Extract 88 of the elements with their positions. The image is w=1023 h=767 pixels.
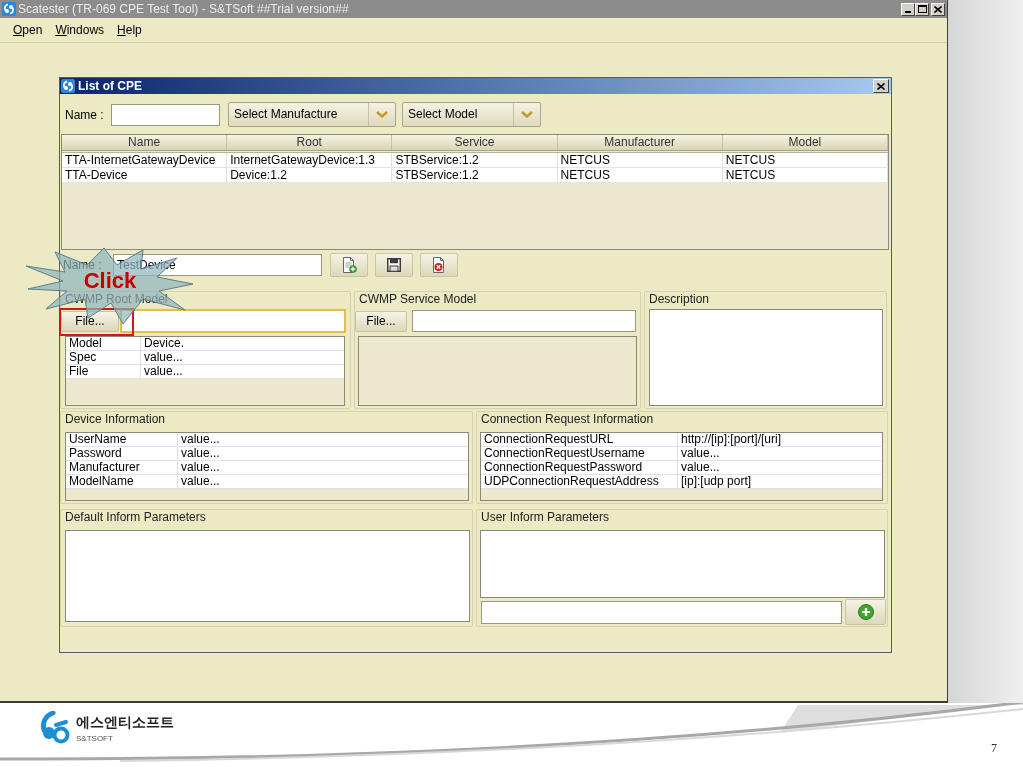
window-title: Scatester (TR-069 CPE Test Tool) - S&TSoft ##Trial version## [18, 3, 349, 15]
section-label: Connection Request Information [480, 412, 655, 428]
parameters-textarea[interactable] [65, 530, 470, 622]
name-input[interactable] [111, 103, 220, 126]
file-path-input[interactable] [120, 309, 346, 333]
property-name: ConnectionRequestUsername [481, 447, 678, 460]
property-value: value... [180, 433, 221, 446]
menu-item[interactable]: Help [117, 23, 142, 37]
chevron-down-icon [376, 111, 388, 118]
column-header[interactable]: Service [392, 135, 558, 150]
plus-circle-icon [857, 604, 874, 620]
save-button[interactable] [375, 253, 413, 277]
dialog-title: List of CPE [78, 80, 142, 92]
add-document-button[interactable] [330, 253, 368, 277]
section-label: Default Inform Parameters [64, 510, 207, 526]
table-cell: STBService:1.2 [392, 153, 558, 167]
property-name: Spec [66, 351, 141, 364]
dialog-icon [61, 79, 75, 93]
name-label: Name : [63, 259, 103, 271]
table-cell: InternetGatewayDevice:1.3 [227, 153, 393, 167]
minimize-icon [905, 10, 911, 13]
close-button[interactable] [873, 79, 889, 93]
section-label: User Inform Parameters [480, 510, 611, 526]
table-cell: NETCUS [557, 153, 723, 167]
close-icon [934, 5, 942, 13]
table-cell: NETCUS [722, 153, 888, 167]
description-textarea[interactable] [649, 309, 883, 406]
column-header[interactable]: Name [62, 135, 228, 150]
chevron-down-icon [521, 111, 533, 118]
property-name: UserName [66, 433, 178, 446]
file-button[interactable]: File... [61, 310, 119, 332]
section-label: Device Information [64, 412, 167, 428]
section-label: CWMP Service Model [358, 292, 478, 308]
manufacture-dropdown[interactable]: Select Manufacture [228, 102, 396, 127]
column-header[interactable]: Manufacturer [557, 135, 723, 150]
file-button[interactable]: File... [355, 310, 407, 332]
table-cell: TTA-InternetGatewayDevice [62, 153, 228, 167]
property-name: ModelName [66, 475, 178, 488]
save-icon [387, 258, 401, 272]
name-label: Name : [65, 106, 105, 124]
parameters-textarea[interactable] [480, 530, 885, 598]
add-parameter-button[interactable] [845, 599, 886, 625]
column-header[interactable]: Root [227, 135, 393, 150]
delete-document-icon [431, 257, 447, 273]
property-name: Model [66, 337, 141, 350]
model-dropdown[interactable]: Select Model [402, 102, 541, 127]
property-value: value... [680, 447, 721, 460]
app-logo-icon [2, 2, 16, 16]
minimize-button[interactable] [901, 2, 915, 16]
property-name: File [66, 365, 141, 378]
logo-subtext: S&TSOFT [76, 733, 114, 744]
table-cell: NETCUS [557, 168, 723, 182]
maximize-icon [917, 5, 927, 13]
menu-item[interactable]: Windows [55, 23, 105, 37]
table-cell: NETCUS [722, 168, 888, 182]
table-row[interactable]: TTA-Device Device:1.2 STBService:1.2 NETCUS NETCUS [62, 168, 888, 183]
table-cell: Device:1.2 [227, 168, 393, 182]
property-value: value... [180, 475, 221, 488]
menu-item[interactable]: Open [13, 23, 43, 37]
property-name: UDPConnectionRequestAddress [481, 475, 678, 488]
property-value: Device. [143, 337, 185, 350]
property-value: value... [143, 365, 184, 378]
property-name: Password [66, 447, 178, 460]
table-row[interactable]: TTA-InternetGatewayDevice InternetGatewayDevice:1.3 STBService:1.2 NETCUS NETCUS [62, 153, 888, 168]
close-icon [877, 82, 885, 90]
section-label: CWMP Root Model [64, 292, 169, 308]
page-number: 7 [991, 740, 997, 757]
property-name: ConnectionRequestURL [481, 433, 678, 446]
property-value: value... [680, 461, 721, 474]
property-value: http://[ip]:[port]/[uri] [680, 433, 783, 446]
logo-text: 에스엔티소프트 [76, 712, 174, 731]
close-button[interactable] [931, 2, 945, 16]
logo-icon [40, 711, 70, 745]
property-name: Manufacturer [66, 461, 178, 474]
property-value: [ip]:[udp port] [680, 475, 753, 488]
column-header[interactable]: Model [722, 135, 888, 150]
maximize-button[interactable] [915, 2, 929, 16]
table-cell: STBService:1.2 [392, 168, 558, 182]
file-path-input[interactable] [412, 310, 636, 332]
parameter-input[interactable] [481, 600, 842, 624]
section-label: Description [648, 292, 711, 308]
property-value: value... [180, 461, 221, 474]
table-cell: TTA-Device [62, 168, 228, 182]
property-value: value... [143, 351, 184, 364]
add-document-icon [341, 257, 357, 273]
property-value: value... [180, 447, 221, 460]
property-name: ConnectionRequestPassword [481, 461, 678, 474]
delete-document-button[interactable] [420, 253, 458, 277]
